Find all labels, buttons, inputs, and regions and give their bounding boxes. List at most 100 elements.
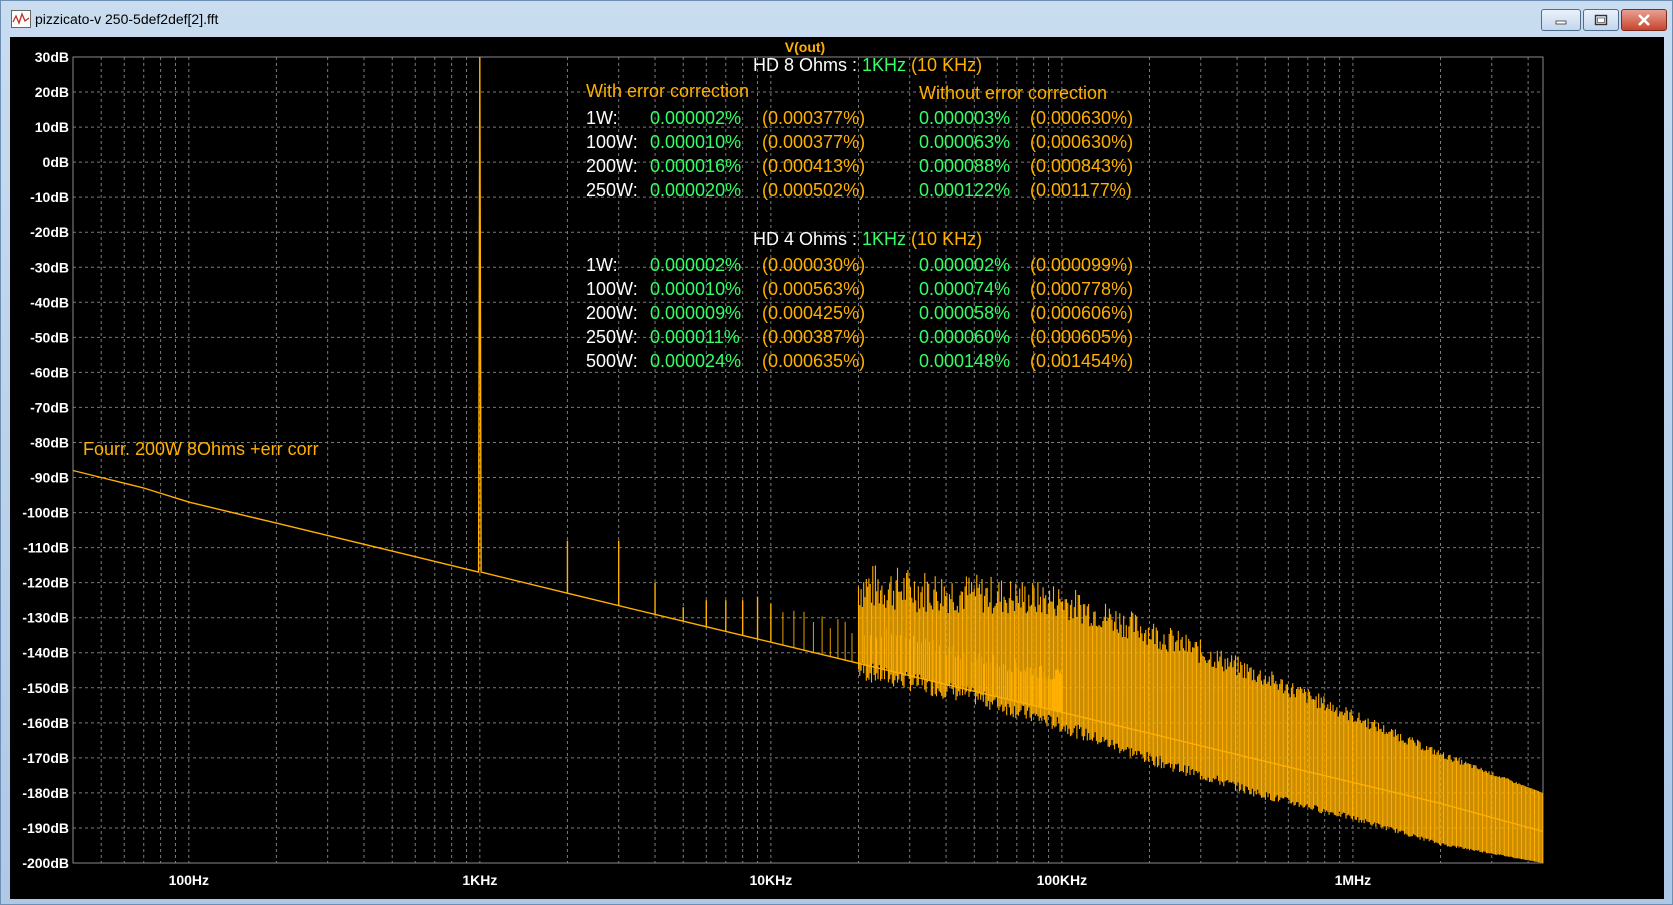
y-tick-label: -100dB: [22, 505, 69, 521]
hd8-power-label: 200W:: [586, 156, 638, 176]
x-tick-label: 100KHz: [1037, 872, 1088, 888]
hd4-with-thd: 0.000010%: [650, 279, 741, 299]
hd4-without-thd-10k: (0.000778%): [1030, 279, 1133, 299]
y-tick-label: -120dB: [22, 575, 69, 591]
window-title: pizzicato-v 250-5def2def[2].fft: [35, 11, 219, 27]
hd4-fund: 1KHz: [862, 229, 906, 249]
x-tick-label: 1MHz: [1335, 872, 1372, 888]
y-tick-label: -90dB: [30, 470, 69, 486]
y-tick-label: -10dB: [30, 189, 69, 205]
hd4-without-thd-10k: (0.000606%): [1030, 303, 1133, 323]
y-tick-label: -50dB: [30, 329, 69, 345]
hd8-without-thd: 0.000088%: [919, 156, 1010, 176]
hd8-with-thd: 0.000020%: [650, 180, 741, 200]
hd4-with-thd: 0.000011%: [650, 327, 740, 347]
hd8-with-thd-10k: (0.000377%): [762, 132, 865, 152]
hd4-title-text: HD 4 Ohms :: [753, 229, 862, 249]
hd4-with-thd: 0.000002%: [650, 255, 741, 275]
hd4-without-thd: 0.000074%: [919, 279, 1010, 299]
hd4-power-label: 500W:: [586, 351, 638, 371]
close-button[interactable]: [1621, 9, 1667, 31]
hd8-power-label: 1W:: [586, 108, 618, 128]
y-tick-label: -140dB: [22, 645, 69, 661]
hd8-without-thd: 0.000063%: [919, 132, 1010, 152]
maximize-button[interactable]: [1583, 9, 1619, 31]
x-tick-label: 1KHz: [462, 872, 497, 888]
hd4-power-label: 200W:: [586, 303, 638, 323]
waveform-icon: [11, 10, 31, 28]
y-tick-label: -200dB: [22, 855, 69, 871]
y-tick-label: 10dB: [35, 119, 69, 135]
y-tick-label: -170dB: [22, 750, 69, 766]
hd4-without-thd: 0.000148%: [919, 351, 1010, 371]
plot-pane[interactable]: 30dB 20dB 10dB 0dB -10dB -20dB -30dB -40dB -50dB…: [10, 37, 1664, 899]
y-tick-label: -180dB: [22, 785, 69, 801]
hd4-without-thd-10k: (0.000605%): [1030, 327, 1133, 347]
close-icon: [1638, 14, 1650, 26]
hd8-with-thd-10k: (0.000502%): [762, 180, 865, 200]
y-tick-label: 20dB: [35, 84, 69, 100]
hd4-with-thd-10k: (0.000425%): [762, 303, 865, 323]
hd8-without-thd: 0.000003%: [919, 108, 1010, 128]
hd8-power-label: 100W:: [586, 132, 638, 152]
trace-label[interactable]: V(out): [785, 39, 825, 55]
x-tick-label: 100Hz: [169, 872, 209, 888]
hd8-table: 1W: 0.000002% (0.000377%) 0.000003% (0.00063…: [586, 108, 1133, 200]
y-tick-label: 30dB: [35, 49, 69, 65]
hd4-power-label: 100W:: [586, 279, 638, 299]
hd8-without-thd: 0.000122%: [919, 180, 1010, 200]
hd4-alt: (10 KHz): [906, 229, 982, 249]
hd8-power-label: 250W:: [586, 180, 638, 200]
hd8-fund: 1KHz: [862, 55, 906, 75]
hd4-with-thd: 0.000024%: [650, 351, 741, 371]
hd8-alt: (10 KHz): [906, 55, 982, 75]
hd4-without-thd-10k: (0.001454%): [1030, 351, 1133, 371]
hd4-with-thd-10k: (0.000387%): [762, 327, 865, 347]
y-tick-label: -20dB: [30, 224, 69, 240]
hd8-with-thd: 0.000010%: [650, 132, 741, 152]
y-tick-label: -30dB: [30, 259, 69, 275]
y-tick-label: -40dB: [30, 294, 69, 310]
hd8-without-thd-10k: (0.001177%): [1030, 180, 1132, 200]
hd8-title: HD 8 Ohms : 1KHz (10 KHz): [753, 55, 982, 75]
hd8-without-thd-10k: (0.000843%): [1030, 156, 1133, 176]
hd4-title: HD 4 Ohms : 1KHz (10 KHz): [753, 229, 982, 249]
x-axis-ticks: 100Hz 1KHz 10KHz 100KHz 1MHz: [169, 872, 1372, 888]
y-tick-label: -150dB: [22, 680, 69, 696]
y-tick-label: -190dB: [22, 820, 69, 836]
app-window: pizzicato-v 250-5def2def[2].fft 30dB 20dB…: [0, 0, 1673, 905]
maximize-icon: [1594, 14, 1608, 26]
x-tick-label: 10KHz: [749, 872, 792, 888]
hd4-power-label: 250W:: [586, 327, 638, 347]
hd4-table: 1W: 0.000002% (0.000030%) 0.000002% (0.00009…: [586, 255, 1133, 371]
hd4-with-thd-10k: (0.000030%): [762, 255, 865, 275]
hd4-with-thd-10k: (0.000563%): [762, 279, 865, 299]
minimize-icon: [1555, 20, 1567, 25]
hd4-without-thd: 0.000060%: [919, 327, 1010, 347]
hd8-without-thd-10k: (0.000630%): [1030, 132, 1133, 152]
fft-plot[interactable]: 30dB 20dB 10dB 0dB -10dB -20dB -30dB -40dB -50dB…: [10, 37, 1664, 899]
hd4-without-thd: 0.000058%: [919, 303, 1010, 323]
y-tick-label: -130dB: [22, 610, 69, 626]
hd8-title-text: HD 8 Ohms :: [753, 55, 862, 75]
hd8-with-thd-10k: (0.000377%): [762, 108, 865, 128]
without-correction-header: Without error correction: [919, 83, 1107, 103]
hd4-without-thd-10k: (0.000099%): [1030, 255, 1133, 275]
y-tick-label: -80dB: [30, 434, 69, 450]
hd8-with-thd: 0.000002%: [650, 108, 741, 128]
title-bar[interactable]: pizzicato-v 250-5def2def[2].fft: [1, 1, 1672, 37]
hd4-with-thd: 0.000009%: [650, 303, 741, 323]
hd8-with-thd: 0.000016%: [650, 156, 741, 176]
hd8-without-thd-10k: (0.000630%): [1030, 108, 1133, 128]
hd4-without-thd: 0.000002%: [919, 255, 1010, 275]
hd4-power-label: 1W:: [586, 255, 618, 275]
y-tick-label: -110dB: [23, 540, 69, 556]
trace-annotation: Fourr. 200W 8Ohms +err corr: [83, 439, 319, 459]
y-tick-label: -160dB: [22, 715, 69, 731]
y-tick-label: 0dB: [43, 154, 69, 170]
hd4-with-thd-10k: (0.000635%): [762, 351, 865, 371]
minimize-button[interactable]: [1541, 9, 1581, 31]
y-axis-ticks: 30dB 20dB 10dB 0dB -10dB -20dB -30dB -40dB -50dB…: [22, 49, 69, 871]
hd8-with-thd-10k: (0.000413%): [762, 156, 865, 176]
y-tick-label: -60dB: [30, 364, 69, 380]
